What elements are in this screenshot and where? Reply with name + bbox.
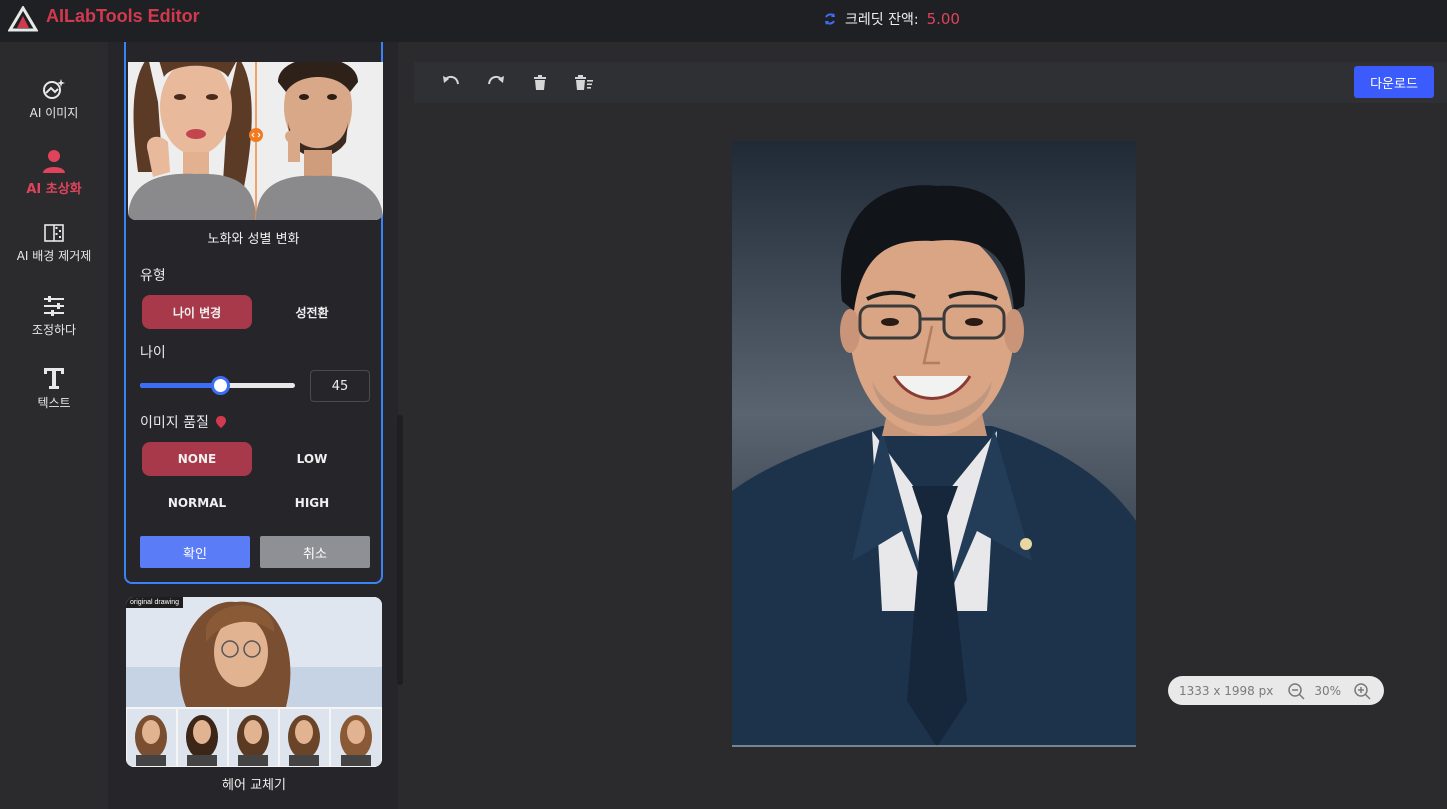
nav-label: AI 배경 제거제 — [16, 249, 92, 263]
nav-label: AI 이미지 — [29, 106, 79, 120]
canvas-toolbar — [414, 62, 1447, 103]
nav-item-ai-image[interactable]: AI 이미지 — [0, 78, 108, 121]
refresh-icon[interactable] — [823, 12, 837, 26]
age-gender-preview-image[interactable] — [128, 62, 383, 220]
age-label: 나이 — [140, 345, 166, 361]
zoom-bar: 1333 x 1998 px 30% — [1168, 676, 1384, 705]
zoom-level: 30% — [1314, 683, 1342, 698]
sliders-icon — [44, 296, 64, 316]
credit-value: 5.00 — [926, 10, 960, 28]
delete-icon[interactable] — [530, 72, 550, 92]
nav-item-adjust[interactable]: 조정하다 — [0, 295, 108, 338]
ai-image-icon — [43, 79, 65, 99]
age-gender-card: 노화와 성별 변화 유형 나이 변경 성전환 나이 45 이미지 품질 NONE… — [124, 42, 383, 584]
quality-label: 이미지 품질 — [140, 412, 227, 432]
zoom-in-icon[interactable] — [1353, 682, 1371, 700]
age-input[interactable]: 45 — [310, 370, 370, 402]
quality-option-low[interactable]: LOW — [257, 442, 367, 476]
card-title: 노화와 성별 변화 — [207, 232, 300, 247]
quality-option-high[interactable]: HIGH — [257, 486, 367, 520]
redo-icon[interactable] — [486, 72, 506, 92]
ailabtools-logo-icon — [8, 6, 38, 32]
confirm-button[interactable]: 확인 — [140, 536, 250, 568]
top-bar: AILabTools Editor 크레딧 잔액: 5.00 — [0, 0, 1447, 42]
tools-panel: 노화와 성별 변화 유형 나이 변경 성전환 나이 45 이미지 품질 NONE… — [108, 42, 398, 809]
cancel-button[interactable]: 취소 — [260, 536, 370, 568]
credit-label: 크레딧 잔액: — [845, 12, 919, 28]
app-brand: AILabTools Editor — [46, 6, 200, 26]
credit-balance: 크레딧 잔액: 5.00 — [823, 9, 960, 29]
panel-scrollbar[interactable] — [397, 415, 403, 685]
age-slider[interactable] — [140, 376, 295, 395]
hair-swap-preview-image — [126, 597, 382, 767]
download-button[interactable]: 다운로드 — [1354, 66, 1434, 98]
type-label: 유형 — [140, 268, 166, 284]
type-option-gender-swap[interactable]: 성전환 — [257, 295, 367, 329]
nav-item-background-remover[interactable]: AI 배경 제거제 — [0, 223, 108, 264]
type-option-age-change[interactable]: 나이 변경 — [142, 295, 252, 329]
quality-option-none[interactable]: NONE — [142, 442, 252, 476]
info-pin-icon[interactable] — [216, 416, 227, 428]
canvas-image[interactable] — [732, 141, 1136, 747]
nav-label: AI 초상화 — [26, 182, 82, 197]
age-slider-fill — [140, 383, 221, 388]
age-slider-thumb[interactable] — [210, 376, 230, 395]
left-nav: AI 이미지 AI 초상화 AI 배경 제거제 조정하다 텍스트 — [0, 42, 108, 809]
hair-swap-title: 헤어 교체기 — [222, 778, 286, 793]
clear-all-icon[interactable] — [574, 72, 594, 92]
nav-label: 텍스트 — [37, 396, 71, 410]
background-remove-icon — [44, 224, 64, 242]
zoom-out-icon[interactable] — [1287, 682, 1305, 700]
text-icon — [44, 368, 64, 389]
hair-swap-card[interactable]: original drawing — [126, 597, 382, 767]
original-drawing-tag: original drawing — [126, 597, 184, 608]
nav-item-ai-portrait[interactable]: AI 초상화 — [0, 148, 108, 197]
nav-label: 조정하다 — [31, 323, 77, 337]
nav-item-text[interactable]: 텍스트 — [0, 366, 108, 411]
image-dimensions: 1333 x 1998 px — [1179, 683, 1274, 698]
person-icon — [43, 150, 65, 173]
quality-label-text: 이미지 품질 — [140, 415, 209, 431]
quality-option-normal[interactable]: NORMAL — [142, 486, 252, 520]
undo-icon[interactable] — [441, 72, 461, 92]
